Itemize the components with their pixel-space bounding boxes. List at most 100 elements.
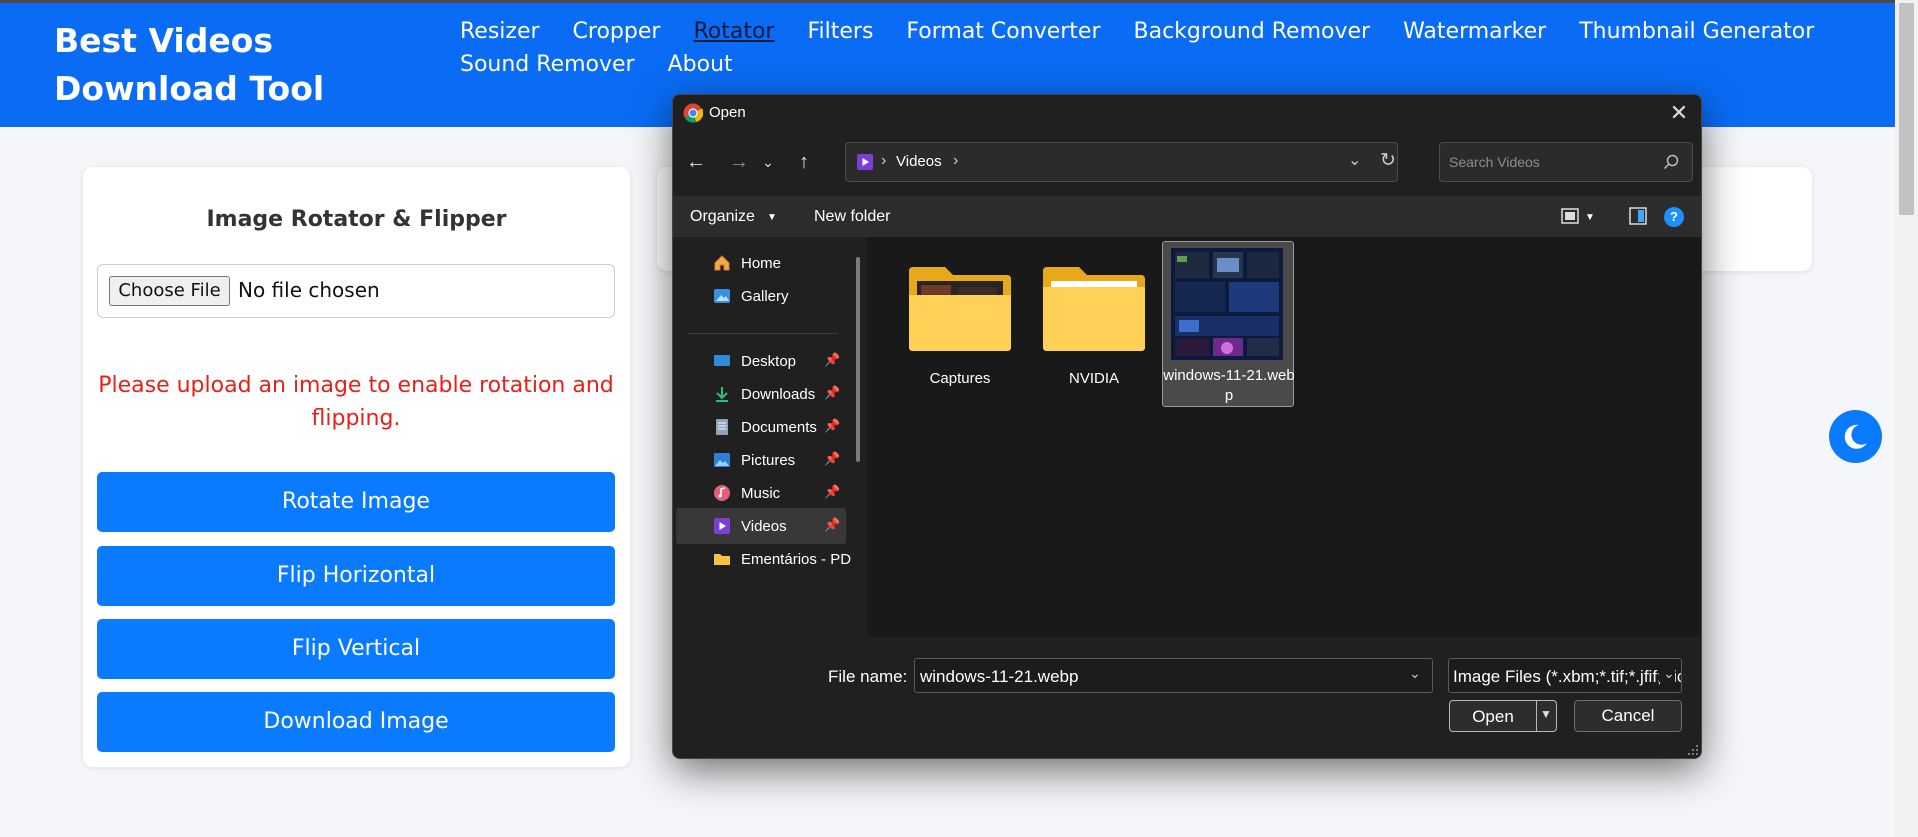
nav-rotator[interactable]: Rotator [693,17,774,46]
page-scroll-thumb[interactable] [1899,3,1914,215]
chrome-icon [683,103,703,123]
help-icon[interactable]: ? [1664,207,1684,227]
file-name-dropdown-icon[interactable]: ⌄ [1409,665,1421,682]
dialog-titlebar[interactable]: Open ✕ [673,95,1701,131]
sidebar-label: Documents [741,419,817,436]
file-input[interactable]: Choose File No file chosen [97,264,615,318]
dark-mode-toggle[interactable] [1829,410,1882,463]
breadcrumb-videos[interactable]: Videos [896,153,942,170]
sidebar-item-documents[interactable]: Documents 📌 [676,409,846,445]
file-type-select[interactable]: Image Files (*.xbm;*.tif;*.jfif;*.ico;*.… [1448,658,1682,693]
view-dropdown-icon[interactable]: ▼ [1585,212,1595,223]
address-history-chevron-icon[interactable]: ⌄ [1348,150,1361,170]
file-list: Captures NVIDIA windows-11-21.webp [867,237,1701,637]
preview-pane-icon[interactable] [1627,206,1649,226]
sidebar-label: Gallery [741,288,789,305]
nav-filters[interactable]: Filters [807,17,873,46]
documents-icon [716,419,728,435]
folder-icon [714,554,730,565]
search-box[interactable]: Search Videos [1439,142,1693,182]
file-name-input[interactable]: windows-11-21.webp ⌄ [914,658,1433,693]
file-type-dropdown-icon[interactable]: ⌄ [1659,665,1675,682]
nav-watermarker[interactable]: Watermarker [1403,17,1546,46]
sidebar-item-ementarios[interactable]: Ementários - PD [676,541,851,577]
folder-icon [1043,267,1145,351]
address-bar[interactable]: › Videos › ⌄ ↻ [845,142,1398,182]
change-view-icon[interactable] [1559,206,1581,226]
recent-locations-chevron-icon[interactable]: ⌄ [753,147,783,177]
cancel-button[interactable]: Cancel [1574,700,1682,732]
up-arrow-icon[interactable]: ↑ [789,147,819,177]
pin-icon: 📌 [824,517,841,532]
site-brand[interactable]: Best Videos Download Tool [54,17,444,113]
music-icon [714,485,730,501]
flip-vertical-button[interactable]: Flip Vertical [97,619,615,679]
sidebar-label: Videos [741,518,787,535]
desktop-icon [714,355,730,366]
open-label: Open [1472,707,1514,726]
rotator-card: Image Rotator & Flipper Choose File No f… [83,167,630,767]
breadcrumb-chevron-icon[interactable]: › [953,152,958,170]
videos-folder-icon [857,154,873,170]
rotate-image-button[interactable]: Rotate Image [97,472,615,532]
resize-grip-icon[interactable] [1687,744,1699,756]
file-name-label: windows-11-21.webp [1163,367,1295,404]
sidebar-label: Desktop [741,353,797,370]
nav-cropper[interactable]: Cropper [573,17,661,46]
flip-horizontal-button[interactable]: Flip Horizontal [97,546,615,606]
sidebar-label: Home [741,255,782,272]
nav-thumbnail-generator[interactable]: Thumbnail Generator [1579,17,1814,46]
nav-resizer[interactable]: Resizer [460,17,540,46]
videos-icon [714,518,730,534]
breadcrumb-separator-icon: › [881,152,887,169]
sidebar-label: Downloads [741,386,816,403]
file-name-label: NVIDIA [1068,370,1119,387]
nav-about[interactable]: About [668,50,733,79]
sidebar-item-pictures[interactable]: Pictures 📌 [676,442,846,478]
file-item-windows-webp[interactable]: windows-11-21.webp [1162,241,1295,407]
download-image-button[interactable]: Download Image [97,692,615,752]
sidebar-label: Pictures [741,452,796,469]
dialog-footer: File name: windows-11-21.webp ⌄ Image Fi… [673,637,1701,758]
search-input[interactable]: Search Videos [1449,154,1540,170]
sidebar-scrollbar[interactable] [856,257,860,462]
pin-icon: 📌 [824,451,841,466]
sidebar-label: Music [741,485,781,502]
nav-sound-remover[interactable]: Sound Remover [460,50,635,79]
sidebar-item-home[interactable]: Home [676,245,846,281]
sidebar-divider [688,333,838,334]
refresh-icon[interactable]: ↻ [1380,149,1396,172]
file-name-label: File name: [828,667,908,686]
home-icon [714,255,730,271]
new-folder-button[interactable]: New folder [814,208,890,226]
sidebar-item-videos[interactable]: Videos 📌 [676,508,846,544]
file-name-value: windows-11-21.webp [920,667,1079,686]
choose-file-button[interactable]: Choose File [109,276,230,306]
sidebar-item-music[interactable]: Music 📌 [676,475,846,511]
organize-menu[interactable]: Organize [690,208,755,226]
dialog-title: Open [709,104,746,121]
tool-title: Image Rotator & Flipper [206,207,507,232]
forward-arrow-icon[interactable]: → [724,147,754,177]
folder-icon [909,267,1011,351]
nav-background-remover[interactable]: Background Remover [1134,17,1371,46]
file-item-captures[interactable]: Captures [894,249,1026,413]
no-file-label: No file chosen [238,278,380,302]
pin-icon: 📌 [824,385,841,400]
gallery-icon [714,289,730,303]
file-item-nvidia[interactable]: NVIDIA [1028,249,1160,413]
navigation-pane: Home Gallery Desktop 📌 Downloads 📌 Docum… [673,237,867,637]
nav-format-converter[interactable]: Format Converter [906,17,1100,46]
sidebar-item-gallery[interactable]: Gallery [676,278,846,314]
file-name-label: Captures [929,370,991,387]
close-icon[interactable]: ✕ [1659,98,1699,128]
open-dropdown-icon[interactable]: ▼ [1540,707,1552,721]
organize-dropdown-icon[interactable]: ▼ [767,212,777,223]
sidebar-item-desktop[interactable]: Desktop 📌 [676,343,846,379]
open-button[interactable]: Open ▼ [1449,700,1557,732]
sidebar-item-downloads[interactable]: Downloads 📌 [676,376,846,412]
back-arrow-icon[interactable]: ← [681,147,711,177]
pin-icon: 📌 [824,418,841,433]
open-split-divider [1536,701,1537,731]
command-bar: Organize ▼ New folder ▼ ? [673,196,1701,237]
